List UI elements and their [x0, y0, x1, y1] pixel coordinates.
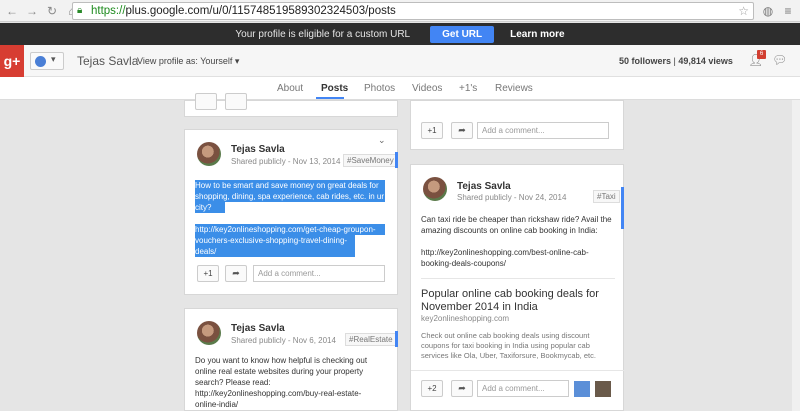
- bookmark-star-icon[interactable]: ☆: [738, 4, 749, 18]
- post-text: Do you want to know how helpful is check…: [195, 355, 391, 410]
- notification-badge[interactable]: 6: [757, 50, 766, 59]
- comment-input[interactable]: Add a comment...: [253, 265, 385, 282]
- link-title-line: November 2014 in India: [421, 301, 538, 313]
- post-card: Tejas Savla Shared publicly - Nov 6, 201…: [184, 308, 398, 411]
- post-text-line: amazing discounts on online cab booking …: [421, 226, 598, 235]
- url-path: plus.google.com/u/0/11574851958930232450…: [125, 5, 396, 17]
- post-card: Tejas Savla Shared publicly - Nov 24, 20…: [410, 164, 625, 411]
- learn-more-link[interactable]: Learn more: [510, 29, 564, 40]
- post-link[interactable]: http://key2onlineshopping.com/get-cheap-…: [195, 224, 385, 235]
- plusoner-avatar[interactable]: [574, 381, 590, 397]
- hashtag-accent: [621, 187, 624, 229]
- profile-stats: 50 followers | 49,814 views: [619, 56, 733, 66]
- address-bar[interactable]: 🔒︎ https:// plus.google.com/u/0/11574851…: [72, 2, 754, 20]
- notification-text: Your profile is eligible for a custom UR…: [235, 28, 411, 40]
- post-text: How to be smart and save money on great …: [195, 180, 385, 257]
- account-switcher[interactable]: ▾: [30, 52, 64, 70]
- hashtag-accent: [395, 331, 398, 347]
- link-preview-title[interactable]: Popular online cab booking deals for Nov…: [421, 288, 617, 314]
- tab-videos[interactable]: Videos: [412, 83, 442, 94]
- account-avatar-icon: [35, 56, 46, 67]
- post-meta: Shared publicly - Nov 6, 2014: [231, 336, 336, 345]
- profile-header: g+ ▾ Tejas Savla View profile as: Yourse…: [0, 45, 800, 77]
- tab-plus-ones[interactable]: +1's: [459, 83, 477, 94]
- post-card-partial: [184, 93, 398, 117]
- link-desc-line: Check out online cab booking deals using…: [421, 331, 590, 340]
- followers-count: 50 followers: [619, 56, 672, 66]
- author-avatar[interactable]: [423, 177, 447, 201]
- post-link[interactable]: http://key2onlineshopping.com/best-onlin…: [421, 247, 621, 258]
- post-card: Tejas Savla Shared publicly - Nov 13, 20…: [184, 129, 398, 295]
- author-avatar[interactable]: [197, 321, 221, 345]
- post-meta: Shared publicly - Nov 13, 2014: [231, 157, 341, 166]
- link-desc-line: coupons for taxi booking in India using …: [421, 341, 590, 350]
- extension-icon[interactable]: ◍: [760, 3, 776, 19]
- post-text-line: search? Please read:: [195, 378, 271, 387]
- post-text-line: How to be smart and save money on great …: [195, 180, 385, 191]
- plus-one-button[interactable]: +2: [421, 380, 443, 397]
- post-hashtag[interactable]: #RealEstate: [345, 333, 397, 346]
- link-desc-line: services like Ola, Uber, Taxiforsure, Bo…: [421, 351, 596, 360]
- post-hashtag[interactable]: #Taxi: [593, 190, 620, 203]
- comment-input[interactable]: Add a comment...: [477, 380, 569, 397]
- post-text: Can taxi ride be cheaper than rickshaw r…: [421, 214, 621, 269]
- plusoner-avatar[interactable]: [595, 381, 611, 397]
- link-preview-description: Check out online cab booking deals using…: [421, 331, 619, 361]
- chevron-down-icon[interactable]: ⌄: [378, 135, 386, 146]
- post-author[interactable]: Tejas Savla: [231, 323, 285, 334]
- share-button[interactable]: ➦: [451, 122, 473, 139]
- chevron-down-icon: ▾: [51, 54, 56, 64]
- post-text-line: [421, 236, 621, 247]
- views-count: 49,814 views: [678, 56, 733, 66]
- post-text-line: online real estate websites during your …: [195, 367, 364, 376]
- hangouts-icon[interactable]: 💬︎: [772, 53, 788, 69]
- post-text-line: [195, 213, 385, 224]
- url-scheme: https://: [91, 5, 126, 17]
- lock-icon: 🔒︎: [77, 5, 83, 16]
- plus-one-button[interactable]: [195, 93, 217, 110]
- post-link[interactable]: online-india/: [195, 399, 391, 410]
- page-scrollbar[interactable]: [792, 100, 800, 411]
- profile-tabs: About Posts Photos Videos +1's Reviews: [0, 77, 800, 100]
- post-link[interactable]: vouchers-exclusive-shopping-travel-dinin…: [195, 235, 355, 257]
- divider: [421, 278, 615, 279]
- share-button[interactable]: [225, 93, 247, 110]
- post-text-line: Can taxi ride be cheaper than rickshaw r…: [421, 215, 612, 224]
- author-avatar[interactable]: [197, 142, 221, 166]
- post-text-line: city?: [195, 202, 225, 213]
- hashtag-accent: [395, 152, 398, 168]
- share-button[interactable]: ➦: [451, 380, 473, 397]
- active-tab-indicator: [316, 97, 344, 99]
- post-link[interactable]: booking-deals-coupons/: [421, 258, 621, 269]
- tab-photos[interactable]: Photos: [364, 83, 395, 94]
- post-author[interactable]: Tejas Savla: [231, 144, 285, 155]
- tab-about[interactable]: About: [277, 83, 303, 94]
- comment-input[interactable]: Add a comment...: [477, 122, 609, 139]
- plus-one-button[interactable]: +1: [197, 265, 219, 282]
- tab-posts[interactable]: Posts: [321, 83, 348, 94]
- post-hashtag[interactable]: #SaveMoney: [343, 154, 398, 167]
- reload-icon[interactable]: ↻: [44, 3, 60, 19]
- forward-icon[interactable]: →: [24, 3, 40, 19]
- share-button[interactable]: ➦: [225, 265, 247, 282]
- get-url-button[interactable]: Get URL: [430, 25, 495, 43]
- link-preview-domain[interactable]: key2onlineshopping.com: [421, 314, 509, 323]
- post-author[interactable]: Tejas Savla: [457, 181, 511, 192]
- custom-url-notification: Your profile is eligible for a custom UR…: [0, 23, 800, 45]
- post-meta: Shared publicly - Nov 24, 2014: [457, 193, 567, 202]
- post-link[interactable]: http://key2onlineshopping.com/buy-real-e…: [195, 388, 391, 399]
- post-text-line: shopping, dining, spa experience, cab ri…: [195, 191, 385, 202]
- browser-toolbar: ← → ↻ ⌂ 🔒︎ https:// plus.google.com/u/0/…: [0, 0, 800, 22]
- view-profile-as-dropdown[interactable]: View profile as: Yourself ▾: [137, 56, 239, 67]
- gplus-logo[interactable]: g+: [0, 45, 24, 77]
- back-icon[interactable]: ←: [4, 3, 20, 19]
- plus-one-button[interactable]: +1: [421, 122, 443, 139]
- tab-reviews[interactable]: Reviews: [495, 83, 533, 94]
- link-title-line: Popular online cab booking deals for: [421, 288, 599, 300]
- menu-icon[interactable]: ≡: [780, 3, 796, 19]
- profile-name: Tejas Savla: [77, 54, 139, 68]
- divider: [411, 370, 625, 371]
- post-text-line: Do you want to know how helpful is check…: [195, 356, 368, 365]
- post-card-partial: +1 ➦ Add a comment...: [410, 100, 624, 150]
